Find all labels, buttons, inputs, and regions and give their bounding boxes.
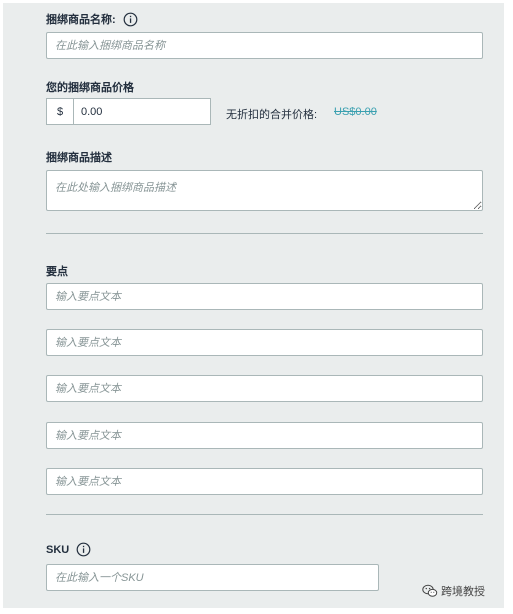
bundle-price-label: 您的捆绑商品价格	[46, 82, 134, 94]
key-point-input-5[interactable]	[46, 468, 483, 495]
bundle-description-label: 捆绑商品描述	[46, 152, 112, 164]
combined-price-label: 无折扣的合并价格:	[226, 109, 318, 121]
info-circle-icon[interactable]	[76, 542, 91, 557]
key-point-input-4[interactable]	[46, 422, 483, 449]
sku-label-row: SKU	[46, 542, 91, 557]
section-divider	[46, 233, 483, 234]
combined-price-value: US$0.00	[334, 106, 377, 118]
bundle-description-label-row: 捆绑商品描述	[46, 149, 112, 165]
section-divider-2	[46, 514, 483, 515]
bundle-name-label-row: 捆绑商品名称:	[46, 11, 138, 27]
bundle-description-textarea[interactable]	[46, 170, 483, 211]
price-input-group: $	[46, 98, 211, 125]
key-point-input-2[interactable]	[46, 329, 483, 356]
key-point-input-1[interactable]	[46, 283, 483, 310]
bundle-price-input[interactable]	[74, 99, 210, 124]
key-points-label-row: 要点	[46, 263, 68, 279]
bundle-name-label: 捆绑商品名称:	[46, 14, 116, 26]
info-circle-icon[interactable]	[123, 12, 138, 27]
watermark-text: 跨境教授	[441, 586, 485, 598]
key-point-input-3[interactable]	[46, 375, 483, 402]
sku-input[interactable]	[46, 564, 379, 591]
bundle-name-input[interactable]	[46, 32, 483, 59]
wechat-icon	[422, 584, 438, 597]
sku-label: SKU	[46, 543, 70, 556]
bundle-price-label-row: 您的捆绑商品价格	[46, 79, 134, 95]
key-points-label: 要点	[46, 266, 68, 278]
watermark: 跨境教授	[422, 583, 485, 599]
currency-symbol: $	[47, 99, 74, 124]
